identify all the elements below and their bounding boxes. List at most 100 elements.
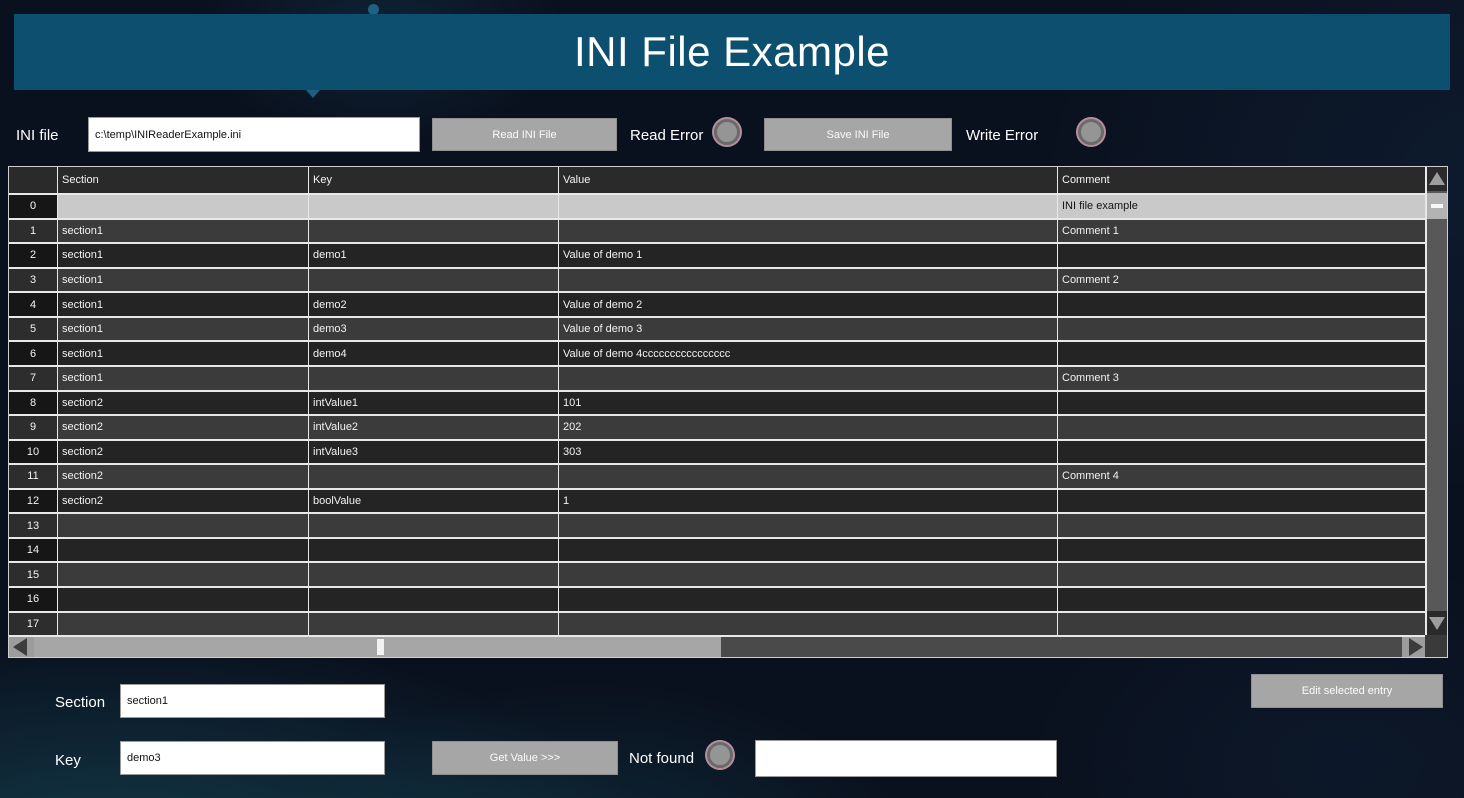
cell-section[interactable]: [58, 563, 309, 586]
cell-row-number[interactable]: 5: [9, 318, 58, 341]
section-input[interactable]: [120, 684, 385, 718]
table-row[interactable]: 7section1 Comment 3: [9, 367, 1427, 392]
table-row[interactable]: 11section2 Comment 4: [9, 465, 1427, 490]
cell-value[interactable]: 303: [559, 441, 1058, 464]
cell-section[interactable]: section2: [58, 392, 309, 415]
cell-comment[interactable]: [1058, 514, 1427, 537]
cell-key[interactable]: [309, 563, 559, 586]
cell-value[interactable]: Value of demo 1: [559, 244, 1058, 267]
cell-row-number[interactable]: 10: [9, 441, 58, 464]
cell-comment[interactable]: [1058, 342, 1427, 365]
edit-selected-entry-button[interactable]: Edit selected entry: [1251, 674, 1443, 708]
cell-value[interactable]: [559, 588, 1058, 611]
cell-key[interactable]: [309, 367, 559, 390]
cell-row-number[interactable]: 0: [9, 195, 58, 218]
cell-row-number[interactable]: 11: [9, 465, 58, 488]
cell-value[interactable]: [559, 269, 1058, 292]
cell-key[interactable]: [309, 514, 559, 537]
cell-key[interactable]: [309, 220, 559, 243]
cell-row-number[interactable]: 13: [9, 514, 58, 537]
cell-comment[interactable]: [1058, 416, 1427, 439]
cell-key[interactable]: [309, 613, 559, 636]
cell-key[interactable]: [309, 195, 559, 218]
cell-row-number[interactable]: 4: [9, 293, 58, 316]
cell-section[interactable]: [58, 195, 309, 218]
cell-key[interactable]: boolValue: [309, 490, 559, 513]
table-row[interactable]: 17: [9, 613, 1427, 636]
cell-section[interactable]: section1: [58, 293, 309, 316]
cell-key[interactable]: [309, 465, 559, 488]
cell-comment[interactable]: [1058, 293, 1427, 316]
cell-row-number[interactable]: 8: [9, 392, 58, 415]
cell-value[interactable]: [559, 220, 1058, 243]
cell-row-number[interactable]: 12: [9, 490, 58, 513]
horizontal-scroll-thumb[interactable]: [34, 637, 721, 657]
table-row[interactable]: 15: [9, 563, 1427, 588]
cell-comment[interactable]: Comment 4: [1058, 465, 1427, 488]
cell-value[interactable]: Value of demo 2: [559, 293, 1058, 316]
cell-key[interactable]: intValue3: [309, 441, 559, 464]
cell-comment[interactable]: [1058, 490, 1427, 513]
cell-value[interactable]: [559, 465, 1058, 488]
cell-row-number[interactable]: 1: [9, 220, 58, 243]
get-value-button[interactable]: Get Value >>>: [432, 741, 618, 775]
cell-value[interactable]: Value of demo 3: [559, 318, 1058, 341]
cell-comment[interactable]: Comment 3: [1058, 367, 1427, 390]
cell-section[interactable]: section1: [58, 269, 309, 292]
vertical-scroll-track[interactable]: [1427, 191, 1447, 611]
scroll-up-icon[interactable]: [1429, 172, 1445, 185]
cell-value[interactable]: [559, 563, 1058, 586]
cell-key[interactable]: intValue1: [309, 392, 559, 415]
read-ini-file-button[interactable]: Read INI File: [432, 118, 617, 151]
cell-comment[interactable]: [1058, 441, 1427, 464]
cell-section[interactable]: section2: [58, 416, 309, 439]
cell-section[interactable]: section1: [58, 342, 309, 365]
table-row[interactable]: 13: [9, 514, 1427, 539]
cell-section[interactable]: section1: [58, 367, 309, 390]
table-row[interactable]: 1section1 Comment 1: [9, 220, 1427, 245]
table-row[interactable]: 12section2boolValue1: [9, 490, 1427, 515]
table-row[interactable]: 3section1Comment 2: [9, 269, 1427, 294]
cell-section[interactable]: section2: [58, 465, 309, 488]
cell-section[interactable]: [58, 588, 309, 611]
cell-section[interactable]: section1: [58, 220, 309, 243]
scroll-left-icon[interactable]: [9, 637, 34, 657]
cell-section[interactable]: section1: [58, 318, 309, 341]
cell-key[interactable]: demo2: [309, 293, 559, 316]
cell-key[interactable]: [309, 588, 559, 611]
cell-row-number[interactable]: 16: [9, 588, 58, 611]
cell-key[interactable]: demo4: [309, 342, 559, 365]
table-row[interactable]: 16: [9, 588, 1427, 613]
cell-key[interactable]: demo1: [309, 244, 559, 267]
cell-section[interactable]: [58, 514, 309, 537]
cell-comment[interactable]: [1058, 392, 1427, 415]
cell-row-number[interactable]: 7: [9, 367, 58, 390]
cell-value[interactable]: Value of demo 4cccccccccccccccc: [559, 342, 1058, 365]
cell-comment[interactable]: [1058, 588, 1427, 611]
cell-value[interactable]: 101: [559, 392, 1058, 415]
cell-value[interactable]: 1: [559, 490, 1058, 513]
table-row[interactable]: 0 INI file example: [9, 195, 1427, 220]
cell-comment[interactable]: Comment 1: [1058, 220, 1427, 243]
table-row[interactable]: 10section2intValue3303: [9, 441, 1427, 466]
cell-row-number[interactable]: 14: [9, 539, 58, 562]
vertical-scroll-thumb[interactable]: [1427, 193, 1447, 219]
key-input[interactable]: [120, 741, 385, 775]
ini-file-path-input[interactable]: [88, 117, 420, 152]
cell-value[interactable]: [559, 539, 1058, 562]
cell-value[interactable]: [559, 613, 1058, 636]
cell-section[interactable]: [58, 539, 309, 562]
cell-row-number[interactable]: 2: [9, 244, 58, 267]
cell-row-number[interactable]: 9: [9, 416, 58, 439]
cell-row-number[interactable]: 17: [9, 613, 58, 636]
cell-value[interactable]: [559, 195, 1058, 218]
cell-key[interactable]: [309, 269, 559, 292]
cell-comment[interactable]: INI file example: [1058, 195, 1427, 218]
cell-section[interactable]: [58, 613, 309, 636]
table-row[interactable]: 14: [9, 539, 1427, 564]
cell-comment[interactable]: [1058, 563, 1427, 586]
cell-section[interactable]: section2: [58, 441, 309, 464]
cell-comment[interactable]: [1058, 613, 1427, 636]
table-row[interactable]: 6section1demo4Value of demo 4ccccccccccc…: [9, 342, 1427, 367]
cell-comment[interactable]: Comment 2: [1058, 269, 1427, 292]
